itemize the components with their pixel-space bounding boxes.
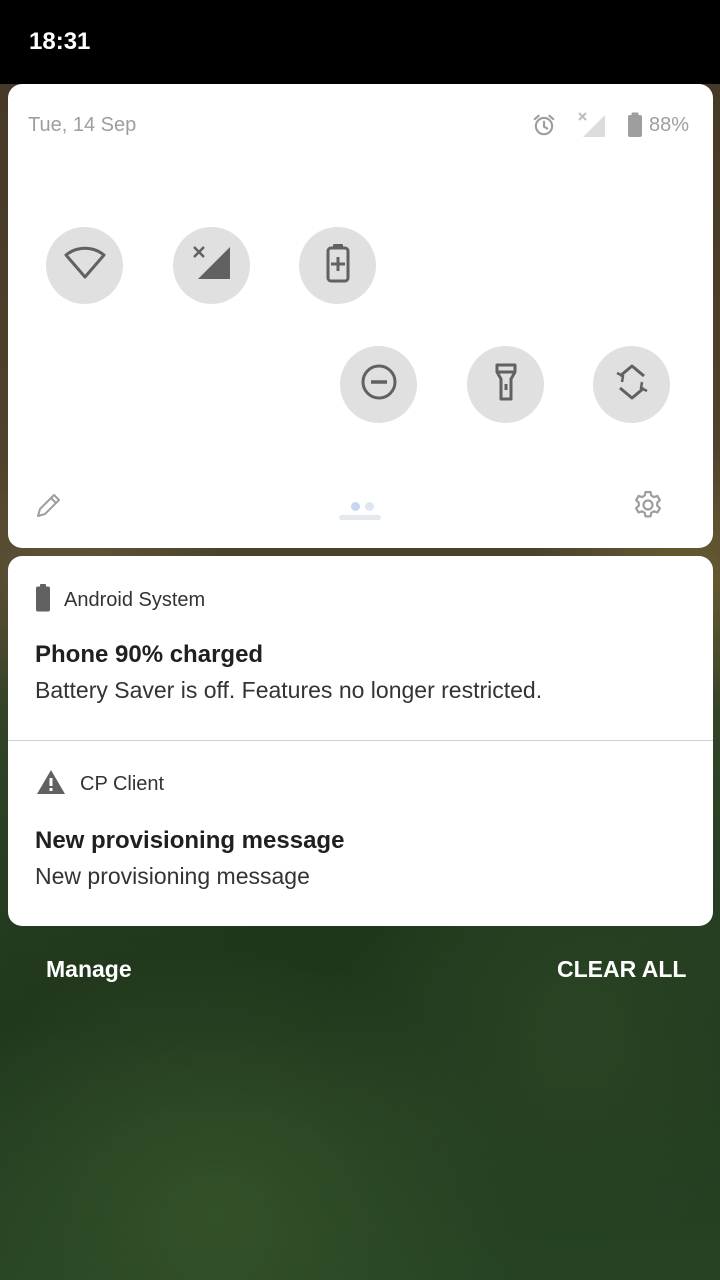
mobile-data-off-icon (190, 243, 234, 288)
notification-app-name: Android System (64, 589, 206, 611)
battery-saver-icon (325, 243, 351, 288)
battery-saver-tile[interactable] (299, 227, 376, 304)
flashlight-icon (492, 362, 520, 407)
page-indicator (339, 500, 381, 522)
warning-icon (36, 769, 66, 800)
notification-card: Android System Phone 90% charged Battery… (8, 556, 713, 926)
qs-date[interactable]: Tue, 14 Sep (28, 114, 136, 137)
notification-title: Phone 90% charged (35, 641, 264, 668)
quick-settings-panel: Tue, 14 Sep 88% (8, 84, 713, 548)
page-dot-active (351, 502, 360, 511)
battery-status-icon (627, 112, 643, 138)
manage-button[interactable]: Manage (46, 956, 132, 983)
edit-icon[interactable] (34, 490, 64, 525)
do-not-disturb-icon (360, 363, 398, 406)
clear-all-button[interactable]: CLEAR ALL (557, 956, 686, 983)
auto-rotate-tile[interactable] (593, 346, 670, 423)
page-dot (365, 502, 374, 511)
notification-text: Battery Saver is off. Features no longer… (35, 677, 543, 703)
notification-android-system[interactable]: Android System Phone 90% charged Battery… (8, 556, 713, 740)
notification-header: CP Client (36, 769, 164, 800)
notification-title: New provisioning message (35, 827, 345, 854)
auto-rotate-icon (612, 362, 652, 407)
mobile-data-tile[interactable] (173, 227, 250, 304)
dnd-tile[interactable] (340, 346, 417, 423)
battery-icon (36, 584, 50, 617)
battery-percent: 88% (648, 113, 689, 136)
notification-header: Android System (36, 584, 205, 617)
wifi-icon (63, 245, 107, 286)
alarm-icon (531, 112, 557, 138)
expand-handle[interactable] (339, 515, 381, 520)
notification-cp-client[interactable]: CP Client New provisioning message New p… (8, 741, 713, 926)
notification-app-name: CP Client (80, 773, 165, 795)
signal-off-icon (577, 111, 607, 139)
qs-status-icons: 88% (511, 112, 689, 138)
notification-text: New provisioning message (35, 863, 310, 889)
settings-gear-icon[interactable] (632, 489, 664, 526)
wifi-tile[interactable] (46, 227, 123, 304)
status-bar: 18:31 (0, 0, 720, 84)
status-time: 18:31 (29, 28, 91, 55)
flashlight-tile[interactable] (467, 346, 544, 423)
